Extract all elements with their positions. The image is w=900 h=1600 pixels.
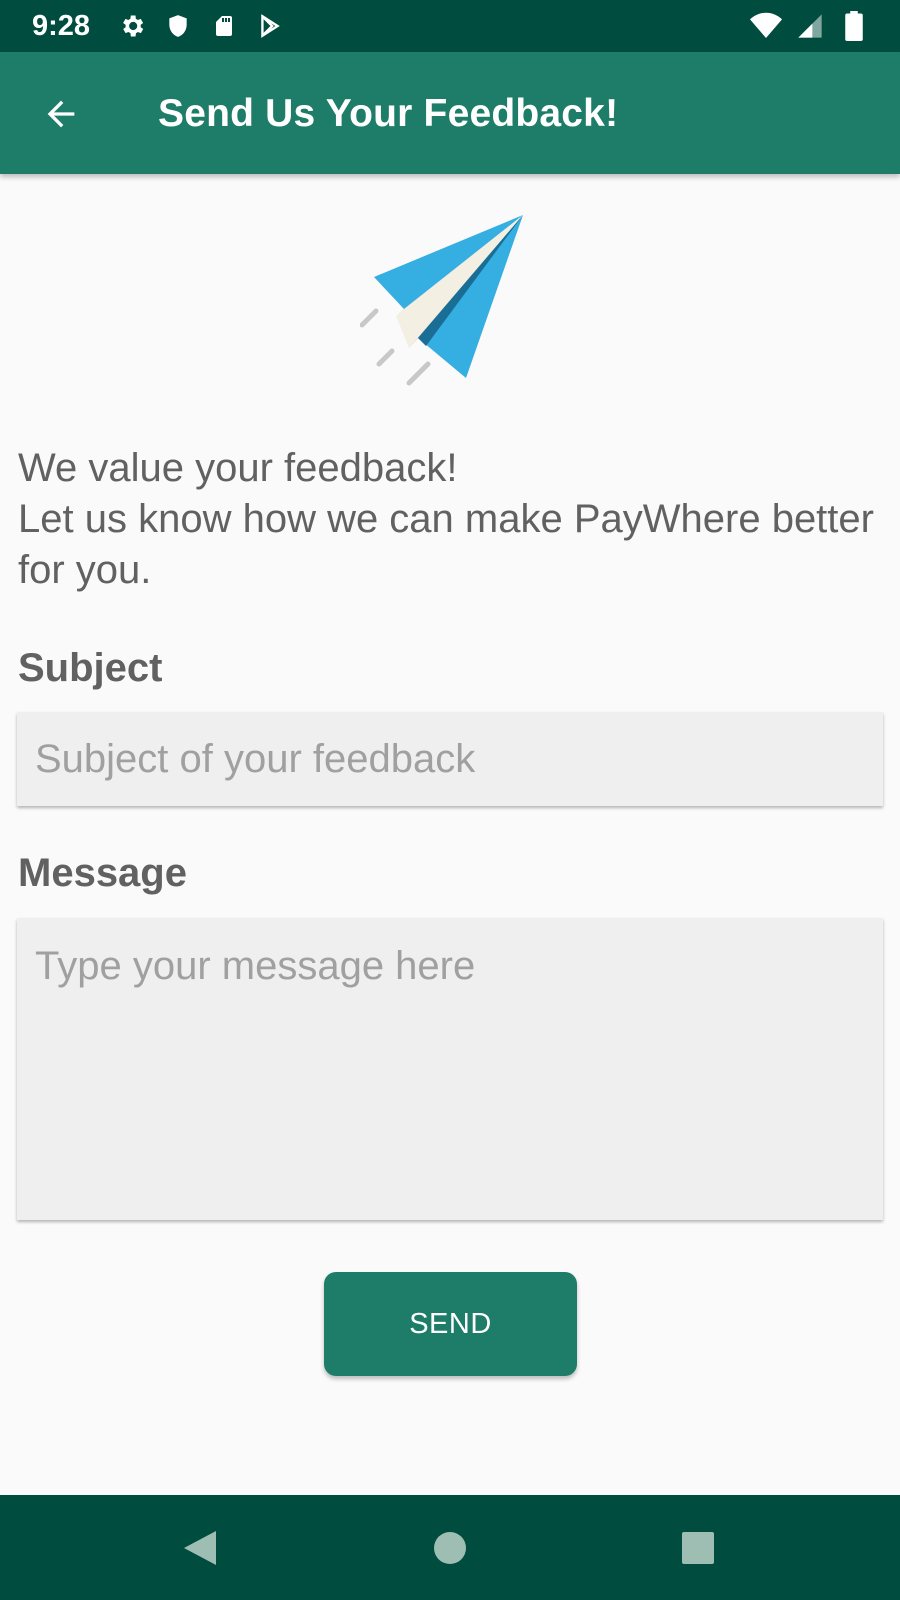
send-button[interactable]: SEND [324,1272,577,1376]
signal-icon [794,10,826,42]
subject-input[interactable] [17,712,883,806]
nav-recent-button[interactable] [673,1523,723,1573]
battery-icon [838,10,870,42]
nav-bar [0,1495,900,1600]
nav-home-button[interactable] [425,1523,475,1573]
status-icons-left [116,10,286,42]
paper-plane-icon [359,212,540,398]
nav-home-icon [434,1532,466,1564]
message-label: Message [18,851,187,895]
status-bar: 9:28 [0,0,900,52]
wifi-icon [750,10,782,42]
sd-card-icon [208,10,240,42]
shield-icon [162,10,194,42]
subject-label: Subject [18,646,163,690]
nav-recent-icon [682,1532,714,1564]
play-store-icon [254,10,286,42]
arrow-back-icon [47,100,75,128]
status-icons-right [750,10,870,42]
status-time: 9:28 [32,10,91,42]
nav-back-button[interactable] [175,1523,225,1573]
app-bar: Send Us Your Feedback! [0,52,900,174]
intro-text: We value your feedback! Let us know how … [18,443,878,596]
message-input[interactable] [17,918,883,1220]
intro-line-2: Let us know how we can make PayWhere bet… [18,497,874,592]
page-title: Send Us Your Feedback! [158,92,619,135]
settings-icon [116,10,148,42]
intro-line-1: We value your feedback! [18,446,458,490]
nav-back-icon [184,1531,216,1565]
back-button[interactable] [36,89,86,139]
